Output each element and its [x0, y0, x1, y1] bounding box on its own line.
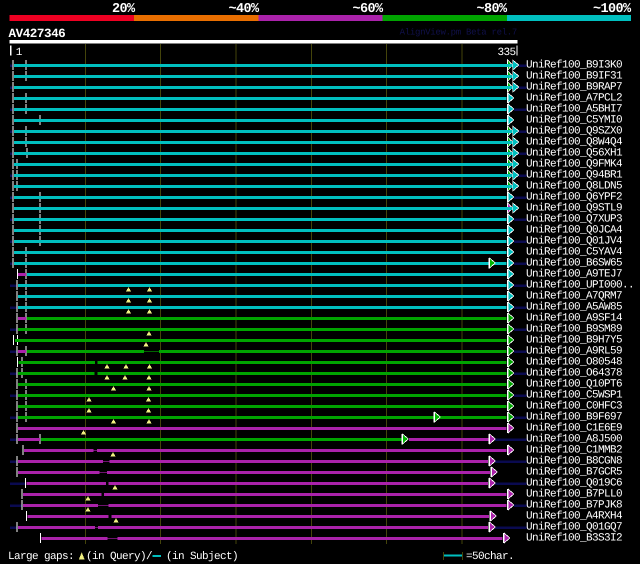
- svg-text:~60%: ~60%: [352, 2, 384, 17]
- svg-text:~80%: ~80%: [476, 2, 508, 17]
- svg-text:~100%: ~100%: [593, 2, 632, 17]
- svg-text:=50char.: =50char.: [466, 551, 514, 563]
- svg-text:(in Subject): (in Subject): [166, 551, 238, 563]
- svg-text:~40%: ~40%: [228, 2, 260, 17]
- svg-text:Large gaps:: Large gaps:: [8, 551, 74, 563]
- svg-text:20%: 20%: [112, 2, 136, 17]
- svg-text:1: 1: [16, 47, 23, 59]
- svg-text:UniRef100_B3S3I2: UniRef100_B3S3I2: [526, 532, 622, 544]
- svg-text:(in Query)/: (in Query)/: [86, 551, 152, 563]
- svg-text:AV427346: AV427346: [9, 27, 66, 41]
- svg-text:AlignView.pm Beta rel.7: AlignView.pm Beta rel.7: [400, 28, 517, 38]
- svg-text:335: 335: [497, 47, 515, 59]
